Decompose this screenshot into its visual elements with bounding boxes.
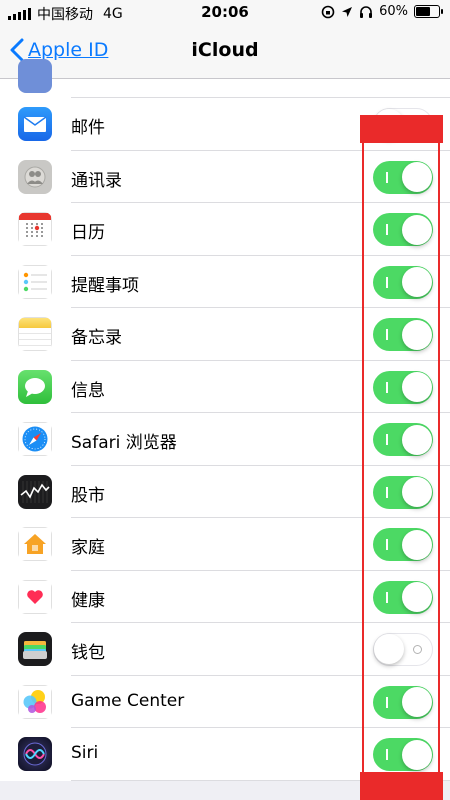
stocks-icon — [18, 474, 52, 509]
list-item-label: 备忘录 — [71, 328, 122, 348]
reminders-icon — [18, 264, 52, 299]
list-item-label: 日历 — [71, 223, 105, 243]
toggle-switch[interactable] — [373, 423, 433, 456]
icloud-apps-list: 邮件通讯录日历提醒事项备忘录信息 Safari 浏览器 股市家庭健康钱包 Game C… — [0, 59, 450, 781]
list-item: 家庭 — [0, 518, 450, 571]
calendar-icon — [18, 212, 52, 246]
list-item-label: Game Center — [71, 690, 185, 711]
list-item: Safari 浏览器 — [0, 413, 450, 466]
list-item-label: 钱包 — [71, 643, 105, 663]
location-icon — [342, 6, 353, 17]
toggle-switch[interactable] — [373, 633, 433, 666]
list-item: 健康 — [0, 571, 450, 623]
list-item: Game Center — [0, 676, 450, 728]
list-item-label: 邮件 — [71, 118, 105, 138]
list-item-label: 信息 — [71, 380, 105, 401]
status-right: 60% — [321, 4, 443, 19]
list-item: 股市 — [0, 466, 450, 518]
toggle-switch[interactable] — [373, 213, 433, 246]
toggle-switch[interactable] — [373, 738, 433, 771]
list-item-label: 股市 — [71, 485, 105, 506]
game-center-icon — [18, 684, 52, 719]
messages-icon — [18, 369, 52, 404]
safari-icon — [18, 422, 52, 456]
list-item: 信息 — [0, 361, 450, 413]
annotation-bar-top — [360, 115, 443, 143]
list-item: 通讯录 — [0, 151, 450, 203]
page-title: iCloud — [191, 39, 259, 61]
battery-icon — [414, 5, 443, 18]
toggle-switch[interactable] — [373, 370, 433, 404]
list-item-label: Safari 浏览器 — [71, 433, 177, 453]
toggle-switch[interactable] — [373, 318, 433, 351]
home-icon — [18, 527, 52, 561]
list-item-label: 家庭 — [71, 538, 105, 558]
list-item: 日历 — [0, 203, 450, 256]
mail-icon — [18, 107, 52, 141]
toggle-switch[interactable] — [373, 580, 433, 614]
app-icon — [18, 59, 52, 93]
list-item-label: Siri — [71, 743, 99, 763]
list-item-partial — [18, 59, 450, 98]
list-item: 提醒事项 — [0, 256, 450, 308]
toggle-switch[interactable] — [373, 685, 433, 719]
list-item-label: 健康 — [71, 590, 105, 611]
wallet-icon — [18, 632, 52, 666]
headphones-icon — [360, 5, 373, 18]
toggle-switch[interactable] — [373, 160, 433, 194]
toggle-switch[interactable] — [373, 265, 433, 299]
health-icon — [18, 579, 52, 614]
rotation-lock-icon — [321, 5, 335, 18]
siri-icon — [18, 737, 52, 771]
toggle-switch[interactable] — [373, 528, 433, 561]
list-item: 备忘录 — [0, 308, 450, 361]
status-bar: 中国移动 4G 20:06 60% — [0, 0, 450, 26]
navigation-bar: Apple ID iCloud — [0, 26, 450, 79]
contacts-icon — [18, 159, 52, 194]
notes-icon — [18, 317, 52, 351]
list-item: 钱包 — [0, 623, 450, 676]
toggle-switch[interactable] — [373, 475, 433, 509]
list-item-label: 通讯录 — [71, 170, 122, 191]
battery-percent: 60% — [379, 4, 408, 19]
annotation-bar-bottom — [360, 772, 443, 800]
list-item-label: 提醒事项 — [71, 275, 139, 296]
